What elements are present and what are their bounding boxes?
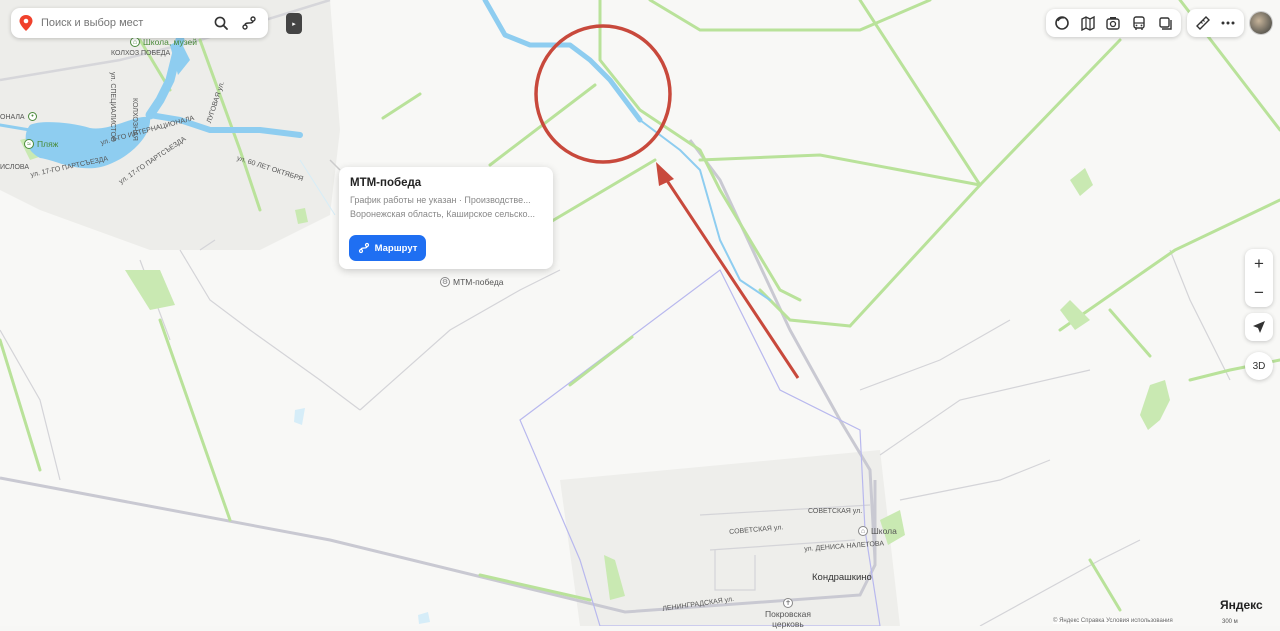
poi-church[interactable]: ✝ Покровская церковь	[760, 598, 816, 629]
route-label: Маршрут	[374, 242, 418, 254]
map-canvas[interactable]: КОЛХОЗ ПОБЕДА ул. СПЕЦИАЛИСТОВ КОЛХОЗНАЯ…	[0, 0, 1280, 629]
layers-toolbar	[1046, 9, 1181, 37]
label-kolkhoz: КОЛХОЗ ПОБЕДА	[111, 50, 171, 57]
more-button[interactable]	[1216, 11, 1242, 35]
place-card[interactable]: МТМ-победа График работы не указан · Про…	[339, 167, 553, 269]
route-icon	[358, 242, 369, 254]
yandex-logo[interactable]: Яндекс	[1220, 598, 1263, 612]
photo-button[interactable]	[1101, 11, 1127, 35]
more-icon	[1221, 21, 1235, 25]
layers-icon	[1055, 16, 1069, 30]
place-hours: График работы не указан · Производстве..…	[350, 195, 531, 205]
poi-mtm[interactable]: ⚙ МТМ-победа	[440, 277, 504, 287]
stack-button[interactable]	[1152, 11, 1178, 35]
map-layer	[0, 0, 1280, 627]
place-title: МТМ-победа	[350, 177, 422, 189]
poi-school[interactable]: ⌂ Школа	[858, 526, 897, 536]
school-icon: ⌂	[130, 37, 140, 47]
church-icon: ✝	[783, 598, 793, 608]
transport-icon	[1133, 16, 1145, 30]
route-icon	[242, 16, 256, 30]
locate-button[interactable]	[1245, 313, 1273, 341]
zoom-control: + −	[1245, 249, 1273, 307]
zoom-out-button[interactable]: −	[1245, 278, 1273, 307]
collapse-panel-button[interactable]: ▸	[286, 13, 302, 34]
poi-school-museum[interactable]: ⌂ Школа, музей	[130, 37, 197, 47]
industry-icon: ⚙	[440, 277, 450, 287]
poi-beach[interactable]: ≈ Пляж	[24, 139, 58, 149]
location-pin-icon	[19, 15, 33, 31]
search-bar	[11, 8, 268, 38]
three-d-button[interactable]: 3D	[1245, 352, 1273, 380]
search-button[interactable]	[210, 12, 232, 34]
locate-arrow-icon	[1253, 321, 1265, 333]
village-label: Кондрашкино	[812, 572, 872, 583]
search-icon	[214, 16, 228, 30]
scale-bar: 300 м	[1222, 619, 1238, 625]
school-icon: ⌂	[858, 526, 868, 536]
transport-button[interactable]	[1126, 11, 1152, 35]
place-marker-icon: •	[28, 112, 37, 121]
poi-marker-small[interactable]: •	[28, 112, 37, 121]
three-d-label: 3D	[1252, 360, 1266, 372]
panorama-button[interactable]	[1075, 11, 1101, 35]
panorama-icon	[1080, 15, 1095, 31]
label-street-left1: ИСЛОВА	[0, 164, 29, 171]
ruler-button[interactable]	[1190, 11, 1216, 35]
beach-icon: ≈	[24, 139, 34, 149]
layers-button[interactable]	[1049, 11, 1075, 35]
zoom-in-button[interactable]: +	[1245, 249, 1273, 278]
user-avatar[interactable]	[1250, 12, 1272, 34]
route-button[interactable]	[238, 12, 260, 34]
ruler-icon	[1195, 16, 1210, 30]
place-address: Воронежская область, Каширское сельско..…	[350, 209, 535, 219]
label-street-left3: ОНАЛА	[0, 114, 25, 121]
label-street-spec: ул. СПЕЦИАЛИСТОВ	[109, 72, 116, 142]
tools-toolbar	[1187, 9, 1244, 37]
label-street-sovetskaya2: СОВЕТСКАЯ ул.	[808, 508, 863, 515]
copyright-links[interactable]: © Яндекс Справка Условия использования	[1053, 618, 1173, 624]
collapse-arrow-icon: ▸	[292, 20, 296, 28]
search-input[interactable]	[41, 17, 204, 29]
photo-icon	[1106, 17, 1121, 30]
stack-icon	[1159, 17, 1172, 30]
route-button-card[interactable]: Маршрут	[349, 235, 426, 261]
